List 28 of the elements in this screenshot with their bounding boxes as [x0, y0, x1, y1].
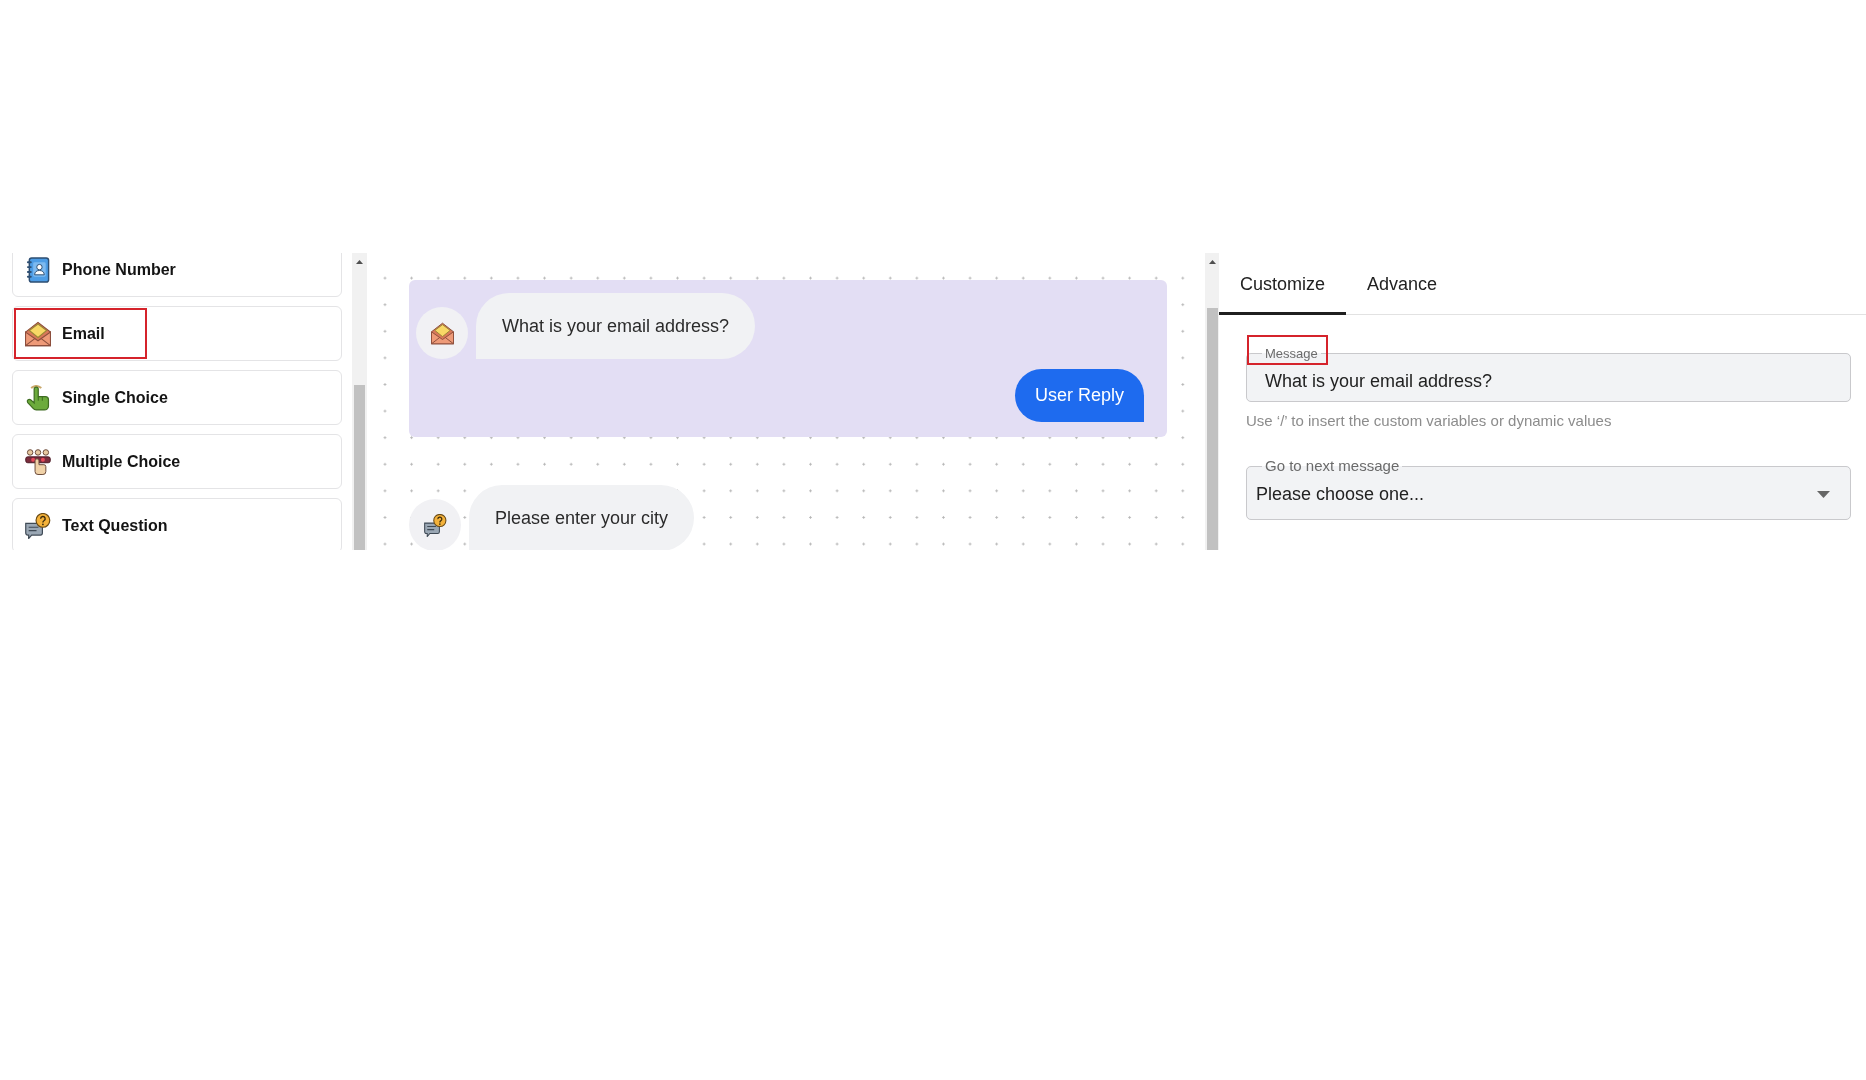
sidebar-item[interactable]: Multiple Choice — [12, 434, 342, 489]
hand-icon — [25, 384, 51, 411]
chat-bubble: What is your email address? — [476, 293, 756, 359]
sidebar-item[interactable]: Single Choice — [12, 370, 342, 425]
arrow-up-icon[interactable] — [1208, 260, 1216, 264]
envelope-icon — [25, 320, 51, 347]
message-node[interactable]: What is your email address? User Reply — [409, 280, 1167, 437]
envelope-icon — [416, 307, 468, 359]
question-chat-icon — [409, 499, 461, 550]
question-chat-icon — [25, 512, 51, 539]
tab[interactable]: Customize — [1219, 253, 1347, 315]
chat-bubble: Please enter your city — [469, 485, 695, 550]
arrow-up-icon[interactable] — [356, 260, 363, 264]
people-hand-icon — [25, 448, 51, 475]
scrollbar[interactable] — [1205, 253, 1219, 550]
sidebar-item[interactable]: Email — [12, 306, 342, 361]
contact-book-icon — [25, 256, 51, 283]
scrollbar[interactable] — [352, 253, 367, 550]
field-label: Go to next message — [1265, 457, 1400, 474]
sidebar-item[interactable]: Text Question — [12, 498, 342, 550]
hint-text: Use ‘/’ to insert the custom variables or dynamic values — [1246, 412, 1613, 430]
scrollbar-thumb[interactable] — [1206, 308, 1218, 550]
sidebar-item[interactable]: Phone Number — [12, 253, 342, 297]
caret-down-icon[interactable] — [1817, 490, 1830, 498]
field-label: Message — [1265, 346, 1318, 361]
scrollbar-thumb[interactable] — [354, 385, 365, 550]
tab[interactable]: Advance — [1346, 253, 1459, 315]
reply-button[interactable]: User Reply — [1014, 369, 1144, 422]
